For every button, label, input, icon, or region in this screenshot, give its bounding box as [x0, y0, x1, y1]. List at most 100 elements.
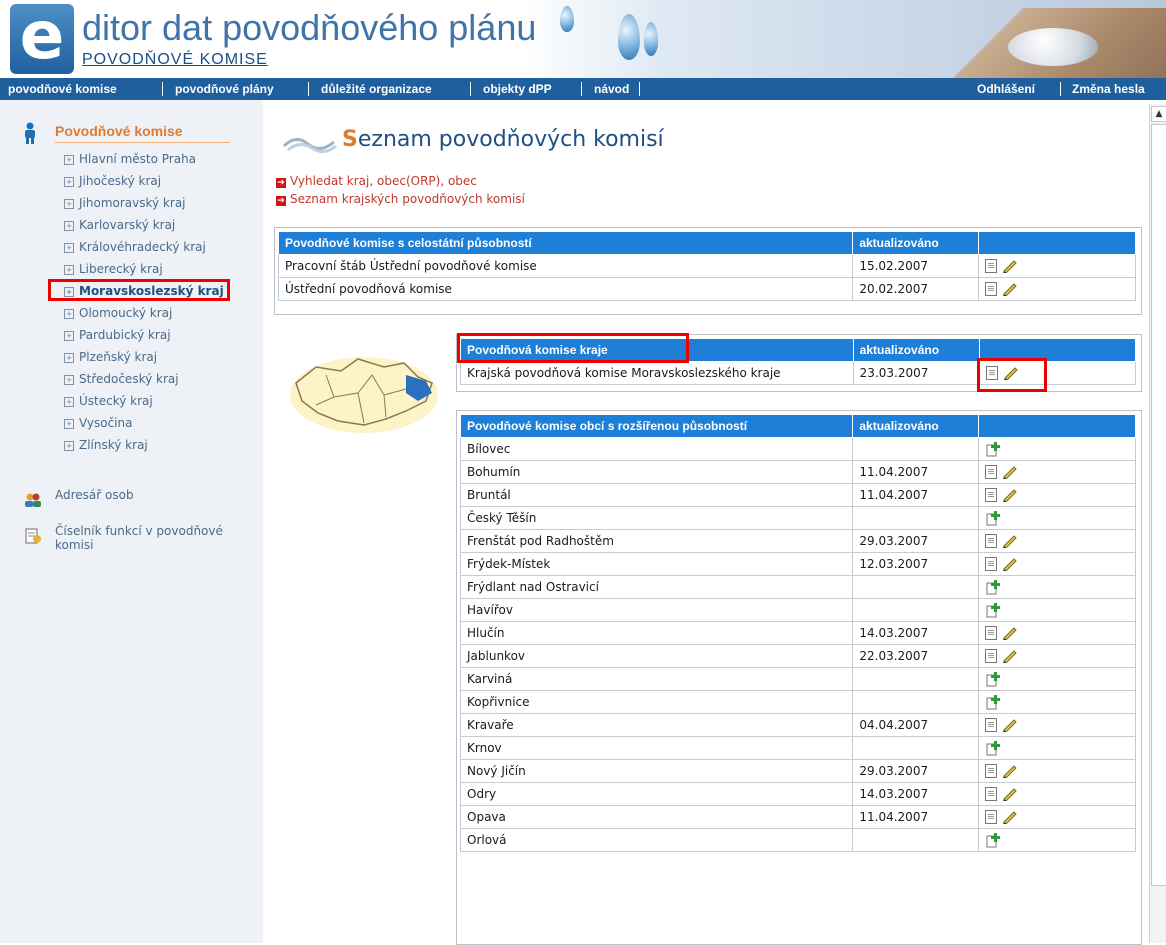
logout-link[interactable]: Odhlášení: [977, 78, 1035, 100]
search-region-link[interactable]: ➔ Vyhledat kraj, obec(ORP), obec: [276, 174, 477, 188]
sidebar-item-plzensky[interactable]: + Plzeňský kraj: [64, 348, 157, 366]
add-document-icon[interactable]: [985, 579, 1001, 595]
sidebar-title[interactable]: Povodňové komise: [55, 122, 183, 140]
edit-icon[interactable]: [1002, 649, 1018, 664]
add-document-icon[interactable]: [985, 694, 1001, 710]
nav-objekty-dpp[interactable]: objekty dPP: [483, 78, 552, 100]
vertical-scrollbar[interactable]: ▲: [1149, 104, 1166, 943]
add-document-icon[interactable]: [985, 510, 1001, 526]
document-icon[interactable]: [985, 465, 998, 480]
row-date: 20.02.2007: [852, 277, 980, 301]
document-icon[interactable]: [985, 282, 998, 297]
add-document-icon[interactable]: [985, 671, 1001, 687]
add-document-icon[interactable]: [985, 441, 1001, 457]
edit-icon[interactable]: [1002, 557, 1018, 572]
change-password-link[interactable]: Změna hesla: [1072, 78, 1145, 100]
nav-dulezite-organizace[interactable]: důležité organizace: [321, 78, 432, 100]
table-row: Pracovní štáb Ústřední povodňové komise …: [277, 254, 1136, 278]
row-name[interactable]: Krnov: [459, 736, 854, 760]
row-date: [852, 828, 980, 852]
edit-icon[interactable]: [1002, 787, 1018, 802]
add-document-icon[interactable]: [985, 832, 1001, 848]
edit-icon[interactable]: [1002, 282, 1018, 297]
document-icon[interactable]: [985, 488, 998, 503]
sidebar-item-praha[interactable]: + Hlavní město Praha: [64, 150, 196, 168]
table-row: Krnov: [459, 736, 1136, 760]
add-document-icon[interactable]: [985, 602, 1001, 618]
sidebar-item-olomoucky[interactable]: + Olomoucký kraj: [64, 304, 172, 322]
sidebar-item-jihomoravsky[interactable]: + Jihomoravský kraj: [64, 194, 186, 212]
row-name[interactable]: Frýdek-Místek: [459, 552, 854, 576]
function-codebook-link[interactable]: Číselník funkcí v povodňové komisi: [55, 524, 235, 552]
edit-icon[interactable]: [1002, 488, 1018, 503]
app-logo[interactable]: e: [10, 3, 74, 74]
row-name[interactable]: Kravaře: [459, 713, 854, 737]
table-row: Frenštát pod Radhoštěm 29.03.2007: [459, 529, 1136, 553]
row-name[interactable]: Český Těšín: [459, 506, 854, 530]
edit-icon[interactable]: [1002, 718, 1018, 733]
edit-icon[interactable]: [1002, 764, 1018, 779]
sidebar-item-liberecky[interactable]: + Liberecký kraj: [64, 260, 163, 278]
row-name[interactable]: Kopřivnice: [459, 690, 854, 714]
row-name[interactable]: Odry: [459, 782, 854, 806]
sidebar-item-stredocesky[interactable]: + Středočeský kraj: [64, 370, 179, 388]
scroll-thumb[interactable]: [1151, 124, 1166, 886]
row-date: 23.03.2007: [852, 361, 980, 385]
table-row: Frýdek-Místek 12.03.2007: [459, 552, 1136, 576]
regional-commissions-link[interactable]: ➔ Seznam krajských povodňových komisí: [276, 192, 525, 206]
add-document-icon[interactable]: [985, 740, 1001, 756]
document-icon[interactable]: [985, 810, 998, 825]
row-name[interactable]: Opava: [459, 805, 854, 829]
row-name[interactable]: Frenštát pod Radhoštěm: [459, 529, 854, 553]
column-header-name: Povodňové komise obcí s rozšířenou působ…: [459, 414, 854, 438]
nav-navod[interactable]: návod: [594, 78, 629, 100]
row-name[interactable]: Jablunkov: [459, 644, 854, 668]
document-icon[interactable]: [985, 557, 998, 572]
row-date: 22.03.2007: [852, 644, 980, 668]
row-name[interactable]: Frýdlant nad Ostravicí: [459, 575, 854, 599]
sidebar-item-kralovehradecky[interactable]: + Královéhradecký kraj: [64, 238, 206, 256]
document-icon[interactable]: [985, 534, 998, 549]
edit-icon[interactable]: [1002, 534, 1018, 549]
document-icon[interactable]: [985, 787, 998, 802]
row-name[interactable]: Karviná: [459, 667, 854, 691]
row-name[interactable]: Hlučín: [459, 621, 854, 645]
sidebar-item-jihocesky[interactable]: + Jihočeský kraj: [64, 172, 161, 190]
row-name[interactable]: Pracovní štáb Ústřední povodňové komise: [277, 254, 854, 278]
document-icon[interactable]: [985, 718, 998, 733]
municipal-table: Povodňové komise obcí s rozšířenou působ…: [459, 414, 1136, 852]
row-name[interactable]: Nový Jičín: [459, 759, 854, 783]
edit-icon[interactable]: [1002, 465, 1018, 480]
nav-povodnove-plany[interactable]: povodňové plány: [175, 78, 274, 100]
row-name[interactable]: Orlová: [459, 828, 854, 852]
row-date: [852, 690, 980, 714]
document-icon[interactable]: [985, 626, 998, 641]
nav-povodnove-komise[interactable]: povodňové komise: [8, 78, 117, 100]
sidebar-item-zlinsky[interactable]: + Zlínský kraj: [64, 436, 148, 454]
document-icon[interactable]: [985, 649, 998, 664]
row-name[interactable]: Ústřední povodňová komise: [277, 277, 854, 301]
highlight-box-sidebar: [48, 279, 230, 301]
row-date: 14.03.2007: [852, 621, 980, 645]
row-name[interactable]: Bílovec: [459, 437, 854, 461]
row-name[interactable]: Bohumín: [459, 460, 854, 484]
table-row: Frýdlant nad Ostravicí: [459, 575, 1136, 599]
sidebar-item-vysocina[interactable]: + Vysočina: [64, 414, 132, 432]
edit-icon[interactable]: [1002, 626, 1018, 641]
edit-icon[interactable]: [1002, 810, 1018, 825]
highlight-box-region-header: [457, 333, 689, 363]
sidebar-item-ustecky[interactable]: + Ústecký kraj: [64, 392, 153, 410]
row-name[interactable]: Bruntál: [459, 483, 854, 507]
document-icon[interactable]: [985, 764, 998, 779]
table-row: Opava 11.04.2007: [459, 805, 1136, 829]
app-subtitle[interactable]: POVODŇOVÉ KOMISE: [82, 50, 268, 70]
sidebar-item-pardubicky[interactable]: + Pardubický kraj: [64, 326, 171, 344]
row-name[interactable]: Krajská povodňová komise Moravskoslezské…: [460, 361, 854, 385]
row-date: 04.04.2007: [852, 713, 980, 737]
edit-icon[interactable]: [1002, 259, 1018, 274]
scroll-up-arrow-icon[interactable]: ▲: [1151, 106, 1166, 122]
document-icon[interactable]: [985, 259, 998, 274]
row-name[interactable]: Havířov: [459, 598, 854, 622]
address-book-link[interactable]: Adresář osob: [55, 488, 134, 502]
sidebar-item-karlovarsky[interactable]: + Karlovarský kraj: [64, 216, 175, 234]
